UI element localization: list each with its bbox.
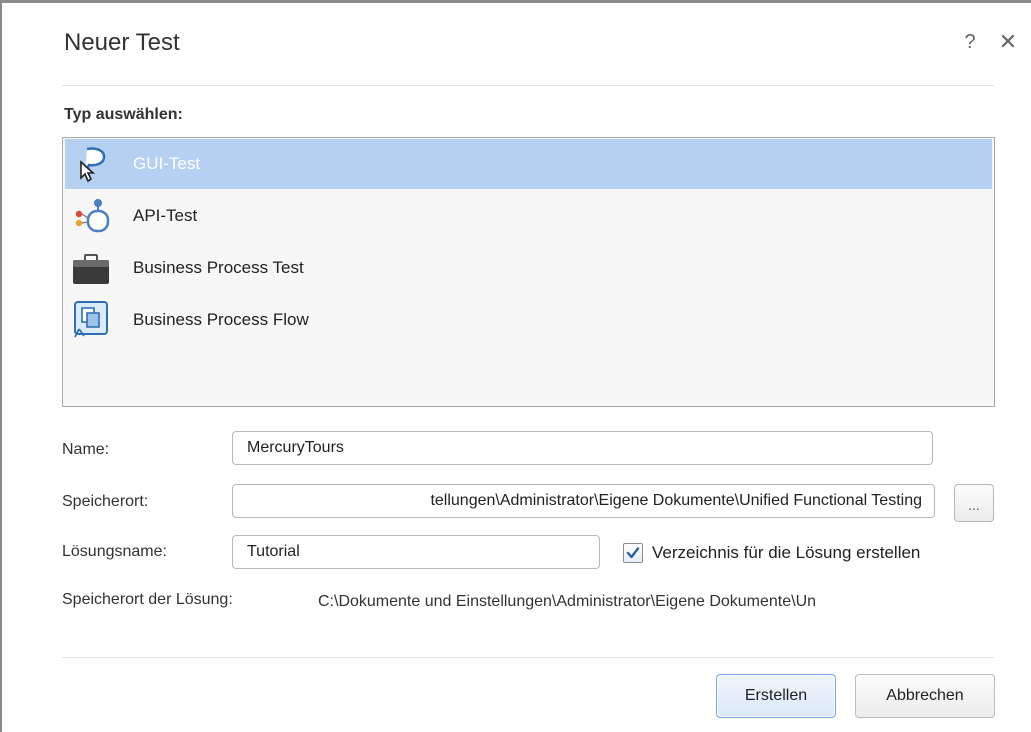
- type-item-label: GUI-Test: [133, 154, 201, 173]
- solution-location-value: C:\Dokumente und Einstellungen\Administr…: [318, 593, 817, 610]
- business-process-test-icon: [69, 246, 113, 290]
- test-type-list: GUI-Test API-Test Business Process Test …: [62, 137, 995, 407]
- type-item-label: API-Test: [133, 206, 198, 225]
- api-test-icon: [69, 194, 113, 238]
- name-input[interactable]: [232, 431, 933, 465]
- new-test-dialog: Neuer Test ? ✕ Typ auswählen: GUI-Test A…: [0, 0, 1031, 732]
- name-label: Name:: [62, 441, 110, 458]
- business-process-flow-icon: [69, 298, 113, 342]
- location-input[interactable]: [232, 484, 935, 518]
- create-button[interactable]: Erstellen: [716, 674, 836, 718]
- cancel-button[interactable]: Abbrechen: [855, 674, 995, 718]
- footer-divider: [62, 657, 994, 658]
- solution-name-label: Lösungsname:: [62, 543, 167, 560]
- type-item-label: Business Process Test: [133, 258, 304, 277]
- dialog-title: Neuer Test: [64, 29, 180, 56]
- checkmark-icon: [626, 547, 640, 559]
- solution-name-input[interactable]: [232, 535, 600, 569]
- create-dir-checkbox[interactable]: [623, 543, 643, 563]
- type-item-label: Business Process Flow: [133, 310, 309, 329]
- type-item-business-process-test[interactable]: Business Process Test: [65, 243, 992, 293]
- type-section-label: Typ auswählen:: [64, 106, 183, 123]
- create-dir-label: Verzeichnis für die Lösung erstellen: [652, 543, 921, 562]
- gui-test-icon: [69, 142, 113, 186]
- type-item-business-process-flow[interactable]: Business Process Flow: [65, 295, 992, 345]
- close-button[interactable]: ✕: [997, 29, 1019, 55]
- title-divider: [62, 85, 994, 86]
- location-label: Speicherort:: [62, 493, 149, 510]
- help-button[interactable]: ?: [959, 31, 981, 54]
- solution-location-label: Speicherort der Lösung:: [62, 591, 233, 608]
- browse-button[interactable]: ...: [954, 484, 994, 522]
- type-item-api-test[interactable]: API-Test: [65, 191, 992, 241]
- type-item-gui-test[interactable]: GUI-Test: [65, 139, 992, 189]
